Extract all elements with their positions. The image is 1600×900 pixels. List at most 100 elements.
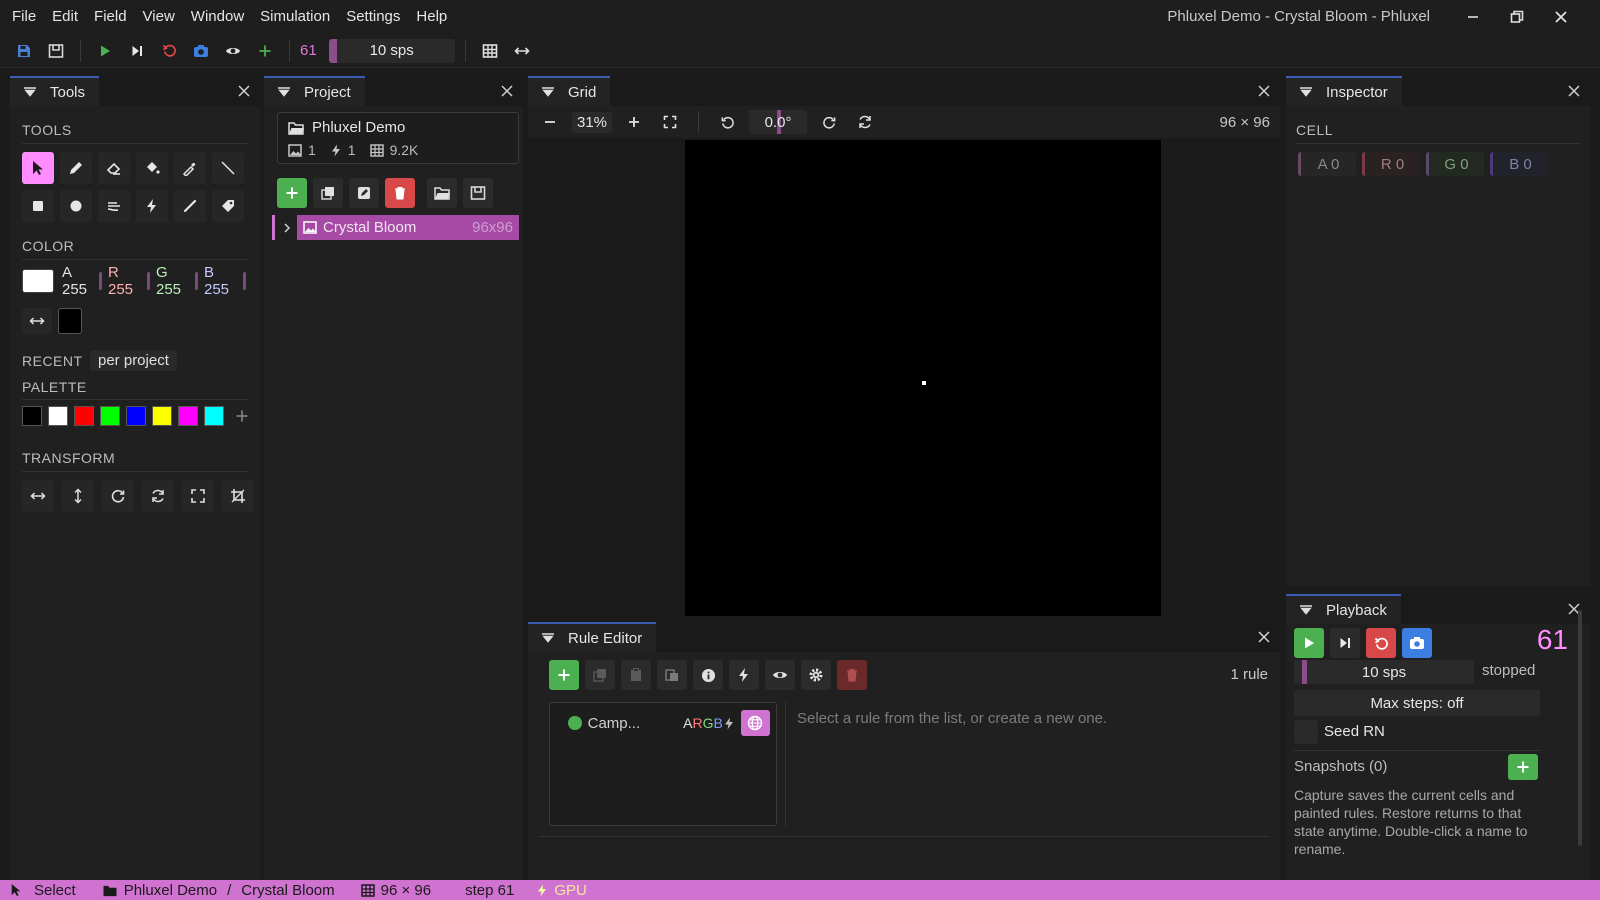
palette-swatch[interactable] [74, 406, 94, 426]
add-button[interactable] [251, 37, 279, 65]
rule-editor-splitter[interactable] [785, 702, 786, 826]
project-card[interactable]: Phluxel Demo 1 1 9.2K [277, 112, 519, 164]
rule-settings-button[interactable] [801, 660, 831, 690]
paste-rule-button[interactable] [657, 660, 687, 690]
close-icon[interactable] [1256, 629, 1272, 645]
rectangle-tool-button[interactable] [22, 190, 54, 222]
menu-window[interactable]: Window [183, 0, 252, 34]
reset-rotation-button[interactable] [851, 108, 879, 136]
chevron-right-icon[interactable] [281, 222, 293, 234]
eyedropper-tool-button[interactable] [174, 152, 206, 184]
rotate-left-button[interactable] [713, 108, 741, 136]
save-project-button[interactable] [463, 178, 493, 208]
rename-image-button[interactable] [349, 178, 379, 208]
zoom-level[interactable]: 31% [572, 111, 613, 133]
tab-inspector[interactable]: Inspector [1286, 76, 1402, 106]
palette-swatch[interactable] [204, 406, 224, 426]
seed-checkbox[interactable] [1294, 720, 1318, 744]
palette-swatch[interactable] [22, 406, 42, 426]
tag-tool-button[interactable] [212, 190, 244, 222]
capture-button[interactable] [187, 37, 215, 65]
rule-trigger-button[interactable] [729, 660, 759, 690]
recent-scope-chip[interactable]: per project [90, 350, 177, 371]
save-as-button[interactable] [42, 37, 70, 65]
swap-colors-button[interactable] [22, 308, 52, 334]
close-icon[interactable] [1256, 83, 1272, 99]
delete-rule-button[interactable] [837, 660, 867, 690]
grid-canvas[interactable] [685, 140, 1161, 616]
add-snapshot-button[interactable] [1508, 754, 1538, 780]
sps-slider-handle[interactable] [1302, 660, 1307, 684]
palette-swatch[interactable] [100, 406, 120, 426]
open-folder-button[interactable] [427, 178, 457, 208]
menu-help[interactable]: Help [408, 0, 455, 34]
palette-swatch[interactable] [126, 406, 146, 426]
step-button[interactable] [123, 37, 151, 65]
rotation-field[interactable]: 0.0° [749, 110, 808, 134]
playback-scrollbar[interactable] [1578, 610, 1582, 846]
pencil-tool-button[interactable] [60, 152, 92, 184]
gradient-tool-button[interactable] [98, 190, 130, 222]
close-icon[interactable] [236, 83, 252, 99]
menu-settings[interactable]: Settings [338, 0, 408, 34]
rule-list-item[interactable]: Camp... A R G B [558, 709, 771, 737]
secondary-color-swatch[interactable] [58, 308, 82, 334]
fit-view-button[interactable] [656, 108, 684, 136]
max-steps-button[interactable]: Max steps: off [1294, 690, 1540, 716]
playback-sps-slider[interactable]: 10 sps [1294, 660, 1474, 684]
tab-project[interactable]: Project [264, 76, 365, 106]
tab-rule-editor[interactable]: Rule Editor [528, 622, 657, 652]
palette-swatch[interactable] [152, 406, 172, 426]
rule-preview-button[interactable] [765, 660, 795, 690]
restore-button[interactable] [1496, 0, 1538, 34]
flip-vertical-button[interactable] [62, 480, 94, 512]
playback-capture-button[interactable] [1402, 628, 1432, 658]
playback-step-button[interactable] [1330, 628, 1360, 658]
red-channel-field[interactable]: R 255 [104, 264, 150, 298]
minimize-button[interactable] [1452, 0, 1494, 34]
tab-playback[interactable]: Playback [1286, 594, 1401, 624]
tree-item-row[interactable]: Crystal Bloom 96x96 [297, 215, 519, 240]
wrap-toggle-button[interactable] [508, 37, 536, 65]
rotate-cw-button[interactable] [102, 480, 134, 512]
grid-toggle-button[interactable] [476, 37, 504, 65]
toolbar-sps-slider[interactable]: 10 sps [328, 38, 455, 63]
play-button[interactable] [91, 37, 119, 65]
playback-play-button[interactable] [1294, 628, 1324, 658]
menu-field[interactable]: Field [86, 0, 135, 34]
menu-edit[interactable]: Edit [44, 0, 86, 34]
brush-tool-button[interactable] [174, 190, 206, 222]
ellipse-tool-button[interactable] [60, 190, 92, 222]
tab-grid[interactable]: Grid [528, 76, 611, 106]
lightning-tool-button[interactable] [136, 190, 168, 222]
tab-tools[interactable]: Tools [10, 76, 100, 106]
rule-scope-button[interactable] [740, 710, 771, 736]
zoom-in-button[interactable] [620, 108, 648, 136]
new-image-button[interactable] [277, 178, 307, 208]
menu-file[interactable]: File [0, 0, 44, 34]
delete-image-button[interactable] [385, 178, 415, 208]
preview-button[interactable] [219, 37, 247, 65]
crop-button[interactable] [222, 480, 254, 512]
flip-horizontal-button[interactable] [22, 480, 54, 512]
fill-tool-button[interactable] [136, 152, 168, 184]
playback-reset-button[interactable] [1366, 628, 1396, 658]
primary-color-swatch[interactable] [22, 269, 54, 293]
rotate-right-button[interactable] [815, 108, 843, 136]
reset-button[interactable] [155, 37, 183, 65]
rule-info-button[interactable] [693, 660, 723, 690]
add-palette-color-button[interactable] [232, 406, 252, 426]
add-rule-button[interactable] [549, 660, 579, 690]
tree-item-crystal-bloom[interactable]: Crystal Bloom 96x96 [272, 215, 519, 240]
zoom-out-button[interactable] [536, 108, 564, 136]
close-icon[interactable] [1566, 83, 1582, 99]
duplicate-rule-button[interactable] [585, 660, 615, 690]
alpha-channel-field[interactable]: A 255 [58, 264, 102, 298]
close-window-button[interactable] [1540, 0, 1582, 34]
copy-rule-button[interactable] [621, 660, 651, 690]
green-channel-field[interactable]: G 255 [152, 264, 198, 298]
eraser-tool-button[interactable] [98, 152, 130, 184]
save-button[interactable] [10, 37, 38, 65]
line-tool-button[interactable] [212, 152, 244, 184]
fit-button[interactable] [182, 480, 214, 512]
